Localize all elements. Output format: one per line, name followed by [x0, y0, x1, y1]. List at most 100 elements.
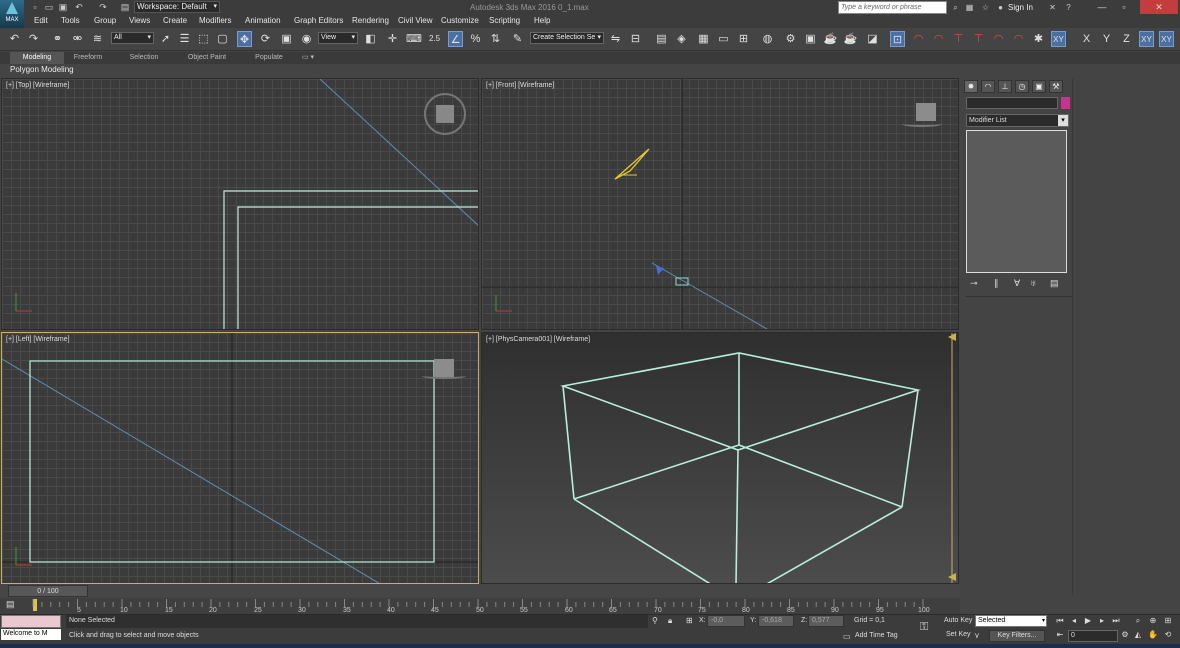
toggle-scene-explorer-icon[interactable]: ▤	[654, 31, 669, 47]
time-slider[interactable]	[0, 584, 960, 598]
menu-create[interactable]: Create	[163, 16, 187, 25]
ribbon-tab-object-paint[interactable]: Object Paint	[180, 52, 234, 64]
menu-edit[interactable]: Edit	[34, 16, 48, 25]
menu-graph-editors[interactable]: Graph Editors	[294, 16, 343, 25]
modifier-stack[interactable]	[966, 130, 1067, 273]
menu-modifiers[interactable]: Modifiers	[199, 16, 231, 25]
edit-named-selection-icon[interactable]: ✎	[510, 31, 525, 47]
region-select-icon[interactable]: ⬚	[196, 31, 211, 47]
percent-snap-icon[interactable]: %	[468, 31, 483, 47]
auto-key-button[interactable]: Auto Key	[944, 617, 972, 624]
workspace-dropdown[interactable]: Workspace: Default ▾	[134, 1, 220, 13]
redo-icon[interactable]: ↷	[98, 2, 108, 12]
y-coord-field[interactable]: -0,618	[758, 615, 794, 627]
menu-animation[interactable]: Animation	[245, 16, 281, 25]
object-name-field[interactable]	[966, 97, 1058, 109]
viewport-label[interactable]: [+] [Left] [Wireframe]	[6, 336, 70, 343]
hierarchy-tab-icon[interactable]: ⊥	[998, 80, 1012, 93]
field-of-view-icon[interactable]: ◭	[1133, 630, 1143, 640]
axis-x-button[interactable]: X	[1079, 31, 1094, 47]
menu-rendering[interactable]: Rendering	[352, 16, 389, 25]
current-frame-field[interactable]: 0	[1068, 630, 1118, 642]
pan-view-icon[interactable]: ✋	[1148, 630, 1158, 640]
window-crossing-icon[interactable]: ▢	[215, 31, 230, 47]
new-file-icon[interactable]: ▫	[30, 2, 40, 12]
snap-edge-icon[interactable]: ◠	[931, 31, 946, 47]
snap-grid-icon[interactable]: ◠	[1011, 31, 1026, 47]
axis-xy-button[interactable]: XY	[1139, 31, 1154, 47]
display-tab-icon[interactable]: ▣	[1032, 80, 1046, 93]
sign-in-link[interactable]: Sign In	[1008, 3, 1033, 12]
manipulate-icon[interactable]: ✛	[385, 31, 400, 47]
viewcube-icon[interactable]	[436, 105, 454, 123]
previous-frame-icon[interactable]: ◂	[1069, 616, 1079, 626]
zoom-icon[interactable]: ⌕	[1133, 616, 1143, 626]
select-and-scale-icon[interactable]: ▣	[279, 31, 294, 47]
axis-xy-cycle-button[interactable]: XY	[1159, 31, 1174, 47]
save-file-icon[interactable]: ▣	[58, 2, 68, 12]
z-coord-field[interactable]: 0,577	[808, 615, 844, 627]
create-tab-icon[interactable]: ✸	[964, 80, 978, 93]
select-by-name-icon[interactable]: ☰	[177, 31, 192, 47]
ribbon-tab-modeling[interactable]: Modeling	[10, 52, 64, 64]
placement-icon[interactable]: ◉	[299, 31, 314, 47]
key-filter-icon[interactable]: ⋎	[974, 631, 980, 640]
axis-y-button[interactable]: Y	[1099, 31, 1114, 47]
axis-z-button[interactable]: Z	[1119, 31, 1134, 47]
make-unique-icon[interactable]: ∀	[1014, 278, 1020, 289]
link-icon[interactable]: ⚭	[50, 31, 65, 47]
undo-icon[interactable]: ↶	[74, 2, 84, 12]
orbit-icon[interactable]: ⟲	[1163, 630, 1173, 640]
render-iterative-icon[interactable]: ☕	[843, 31, 858, 47]
key-mode-toggle-icon[interactable]: ⇤	[1055, 630, 1065, 640]
modifier-list-dropdown[interactable]: Modifier List ▾	[966, 114, 1069, 127]
menu-help[interactable]: Help	[534, 16, 550, 25]
undo-icon[interactable]: ↶	[7, 31, 22, 47]
app-logo-button[interactable]: MAX	[0, 0, 24, 28]
maxscript-listener-field[interactable]	[1, 615, 61, 628]
snap-toggle[interactable]: 2.5	[427, 31, 442, 47]
viewport-label[interactable]: [+] [PhysCamera001] [Wireframe]	[486, 336, 590, 343]
next-frame-icon[interactable]: ▸	[1097, 616, 1107, 626]
viewcube-compass-icon[interactable]	[424, 93, 466, 135]
favorites-icon[interactable]: ☆	[981, 3, 990, 12]
bind-space-warp-icon[interactable]: ≋	[90, 31, 105, 47]
object-color-swatch[interactable]	[1061, 97, 1070, 109]
go-to-start-icon[interactable]: ⏮	[1055, 616, 1065, 626]
close-button[interactable]: ✕	[1140, 0, 1178, 14]
ribbon-tab-freeform[interactable]: Freeform	[68, 52, 108, 64]
subscription-icon[interactable]: ▦	[965, 3, 974, 12]
align-icon[interactable]: ⊟	[628, 31, 643, 47]
named-selection-dropdown[interactable]: Create Selection Se ▾	[530, 32, 604, 44]
menu-customize[interactable]: Customize	[441, 16, 479, 25]
polygon-modeling-label[interactable]: Polygon Modeling	[10, 65, 74, 74]
time-tag-icon[interactable]: ▭	[843, 632, 851, 641]
zoom-extents-icon[interactable]: ⊞	[1163, 616, 1173, 626]
maxscript-output[interactable]: Welcome to M	[1, 629, 61, 640]
mini-curve-editor-icon[interactable]: ▤	[6, 599, 20, 610]
render-production-icon[interactable]: ☕	[823, 31, 838, 47]
viewport-label[interactable]: [+] [Front] [Wireframe]	[486, 82, 554, 89]
time-slider-thumb[interactable]: 0 / 100	[8, 585, 88, 597]
keyboard-shortcut-icon[interactable]: ⌨	[406, 31, 422, 47]
viewcube-ring-icon[interactable]	[422, 373, 466, 379]
isolate-selection-icon[interactable]: ⚲	[652, 616, 658, 625]
key-icon[interactable]: ⚿	[920, 621, 928, 634]
unlink-icon[interactable]: ⚮	[70, 31, 85, 47]
reference-coordinate-dropdown[interactable]: View ▾	[318, 32, 358, 44]
snap-midpoint-icon[interactable]: ◠	[991, 31, 1006, 47]
search-input[interactable]: Type a keyword or phrase	[838, 1, 947, 14]
menu-group[interactable]: Group	[94, 16, 116, 25]
maximize-button[interactable]: ▫	[1114, 0, 1134, 14]
ribbon-options-icon[interactable]: ▭ ▾	[296, 52, 320, 64]
minimize-button[interactable]: —	[1092, 0, 1112, 14]
angle-snap-icon[interactable]: ∠	[448, 31, 463, 47]
play-icon[interactable]: ▶	[1083, 616, 1093, 626]
redo-icon[interactable]: ↷	[26, 31, 41, 47]
a360-render-icon[interactable]: ◪	[865, 31, 880, 47]
snap-options-icon[interactable]: ✱	[1031, 31, 1046, 47]
viewcube-icon[interactable]	[916, 103, 936, 121]
select-and-move-icon[interactable]: ✥	[237, 31, 252, 47]
viewport-left[interactable]: [+] [Left] [Wireframe]	[1, 332, 479, 584]
open-file-icon[interactable]: ▭	[44, 2, 54, 12]
